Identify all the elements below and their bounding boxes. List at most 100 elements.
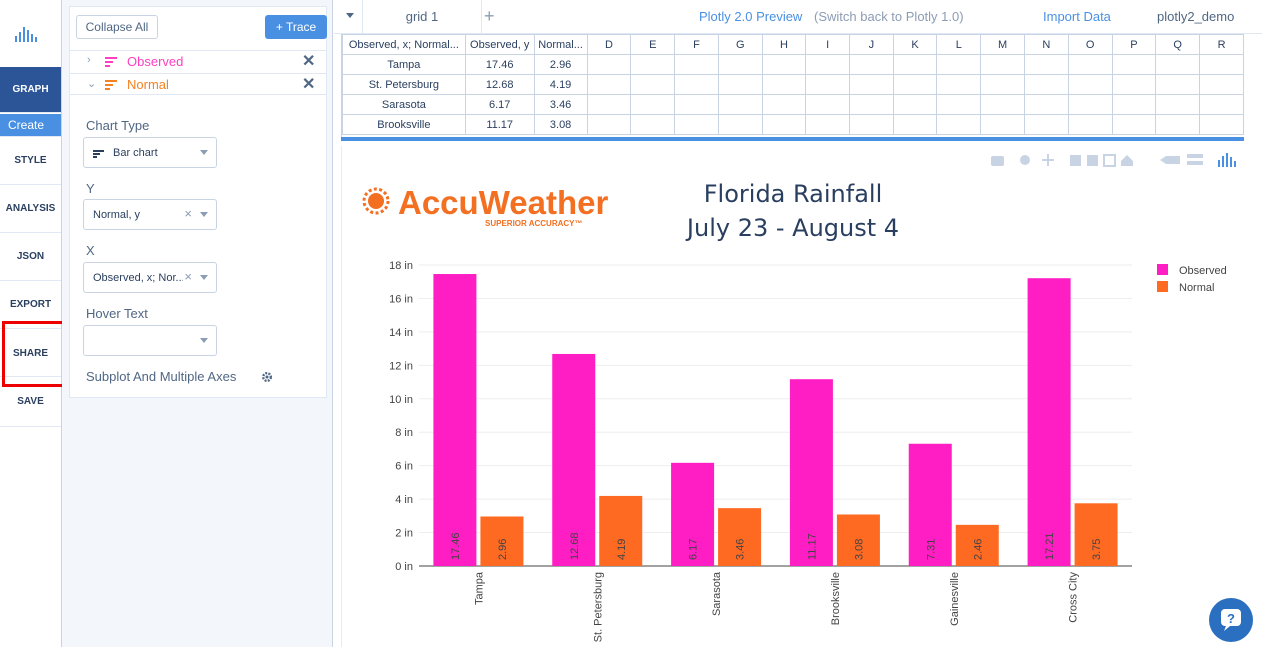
grid-header-cell[interactable]: Normal... xyxy=(533,34,588,55)
chart-type-select[interactable]: Bar chart xyxy=(83,137,217,168)
grid-cell[interactable] xyxy=(805,114,850,135)
grid-cell[interactable] xyxy=(630,54,676,75)
grid-cell[interactable] xyxy=(1155,74,1201,95)
grid-header-cell[interactable]: K xyxy=(892,34,938,55)
grid-header-cell[interactable]: E xyxy=(630,34,676,55)
nav-export[interactable]: EXPORT xyxy=(0,281,61,329)
grid-cell[interactable] xyxy=(1199,54,1244,75)
grid-header-cell[interactable]: P xyxy=(1111,34,1157,55)
grid-cell[interactable]: 12.68 xyxy=(464,74,535,95)
grid-header-cell[interactable]: G xyxy=(717,34,763,55)
grid-cell[interactable] xyxy=(1067,114,1113,135)
legend-label[interactable]: Normal xyxy=(1179,282,1214,294)
grid-cell[interactable]: Tampa xyxy=(342,54,466,75)
grid-cell[interactable] xyxy=(892,94,938,115)
grid-cell[interactable] xyxy=(1023,74,1069,95)
grid-cell[interactable] xyxy=(630,114,676,135)
grid-cell[interactable] xyxy=(586,74,632,95)
grid-cell[interactable] xyxy=(674,54,719,75)
caret-down-icon[interactable] xyxy=(346,13,354,18)
grid-cell[interactable] xyxy=(936,54,982,75)
y-select[interactable]: Normal, y × xyxy=(83,199,217,230)
grid-cell[interactable] xyxy=(717,54,763,75)
grid-cell[interactable] xyxy=(717,94,763,115)
legend-swatch[interactable] xyxy=(1157,281,1168,292)
nav-create[interactable]: Create xyxy=(0,114,61,137)
grid-cell[interactable] xyxy=(849,114,894,135)
grid-cell[interactable] xyxy=(1111,74,1157,95)
grid-cell[interactable] xyxy=(630,94,676,115)
grid-cell[interactable] xyxy=(849,74,894,95)
grid-header-cell[interactable]: J xyxy=(849,34,894,55)
grid-cell[interactable]: 3.46 xyxy=(533,94,588,115)
grid-cell[interactable] xyxy=(892,74,938,95)
grid-cell[interactable]: Brooksville xyxy=(342,114,466,135)
legend-label[interactable]: Observed xyxy=(1179,265,1227,277)
close-icon[interactable]: ✕ xyxy=(302,74,315,94)
grid-header-cell[interactable]: O xyxy=(1067,34,1113,55)
subplot-link[interactable]: Subplot And Multiple Axes xyxy=(86,369,236,384)
x-select[interactable]: Observed, x; Nor... × xyxy=(83,262,217,293)
grid-cell[interactable] xyxy=(980,74,1025,95)
grid-cell[interactable] xyxy=(630,74,676,95)
grid-cell[interactable] xyxy=(936,74,982,95)
grid-header-cell[interactable]: L xyxy=(936,34,982,55)
grid-cell[interactable]: 11.17 xyxy=(464,114,535,135)
grid-header-cell[interactable]: I xyxy=(805,34,850,55)
grid-cell[interactable] xyxy=(1111,114,1157,135)
plotly-logo-icon[interactable] xyxy=(1218,153,1236,167)
grid-header-cell[interactable]: Q xyxy=(1155,34,1201,55)
bar-observed[interactable] xyxy=(1027,278,1071,566)
grid-cell[interactable]: 2.96 xyxy=(533,54,588,75)
grid-cell[interactable]: 6.17 xyxy=(464,94,535,115)
legend-swatch[interactable] xyxy=(1157,264,1168,275)
camera-icon[interactable] xyxy=(991,156,1004,166)
grid-cell[interactable] xyxy=(980,114,1025,135)
grid-cell[interactable] xyxy=(936,94,982,115)
chat-button[interactable]: ? xyxy=(1209,598,1253,642)
add-trace-button[interactable]: + Trace xyxy=(265,15,327,39)
grid-cell[interactable] xyxy=(1023,114,1069,135)
grid-cell[interactable] xyxy=(936,114,982,135)
nav-json[interactable]: JSON xyxy=(0,233,61,281)
grid-cell[interactable] xyxy=(674,94,719,115)
grid-header-cell[interactable]: H xyxy=(761,34,807,55)
grid-cell[interactable] xyxy=(674,114,719,135)
grid-cell[interactable] xyxy=(1067,54,1113,75)
grid-cell[interactable] xyxy=(1155,94,1201,115)
bar-observed[interactable] xyxy=(433,274,477,566)
hover-compare-icon[interactable] xyxy=(1187,154,1203,158)
home-icon[interactable] xyxy=(1121,155,1133,166)
grid-cell[interactable] xyxy=(1199,114,1244,135)
username[interactable]: plotly2_demo xyxy=(1157,9,1234,24)
grid-cell[interactable] xyxy=(805,74,850,95)
grid-cell[interactable] xyxy=(980,94,1025,115)
grid-cell[interactable] xyxy=(586,94,632,115)
grid-cell[interactable] xyxy=(805,54,850,75)
grid-cell[interactable] xyxy=(761,114,807,135)
grid-cell[interactable] xyxy=(717,114,763,135)
trace-row-observed[interactable]: › Observed ✕ xyxy=(70,50,326,72)
grid-cell[interactable] xyxy=(1155,114,1201,135)
trace-row-normal[interactable]: ⌄ Normal ✕ xyxy=(70,73,326,95)
add-grid-icon[interactable]: + xyxy=(484,6,495,27)
autoscale-icon[interactable] xyxy=(1103,154,1116,167)
nav-save[interactable]: SAVE xyxy=(0,377,61,427)
grid-cell[interactable] xyxy=(1023,94,1069,115)
grid-cell[interactable] xyxy=(892,54,938,75)
gear-icon[interactable] xyxy=(261,371,273,383)
close-icon[interactable]: ✕ xyxy=(302,51,315,71)
grid-tab[interactable]: grid 1 xyxy=(362,0,482,34)
grid-cell[interactable] xyxy=(1155,54,1201,75)
zoom-icon[interactable] xyxy=(1020,155,1030,165)
grid-cell[interactable] xyxy=(586,114,632,135)
grid-cell[interactable] xyxy=(1111,94,1157,115)
collapse-all-button[interactable]: Collapse All xyxy=(76,15,158,39)
plotly-logo-icon[interactable] xyxy=(14,24,40,44)
grid-header-cell[interactable]: R xyxy=(1199,34,1244,55)
grid-cell[interactable] xyxy=(674,74,719,95)
import-data-link[interactable]: Import Data xyxy=(1043,9,1111,24)
grid-cell[interactable] xyxy=(849,54,894,75)
grid-header-cell[interactable]: D xyxy=(586,34,632,55)
zoom-in-icon[interactable] xyxy=(1070,155,1081,166)
